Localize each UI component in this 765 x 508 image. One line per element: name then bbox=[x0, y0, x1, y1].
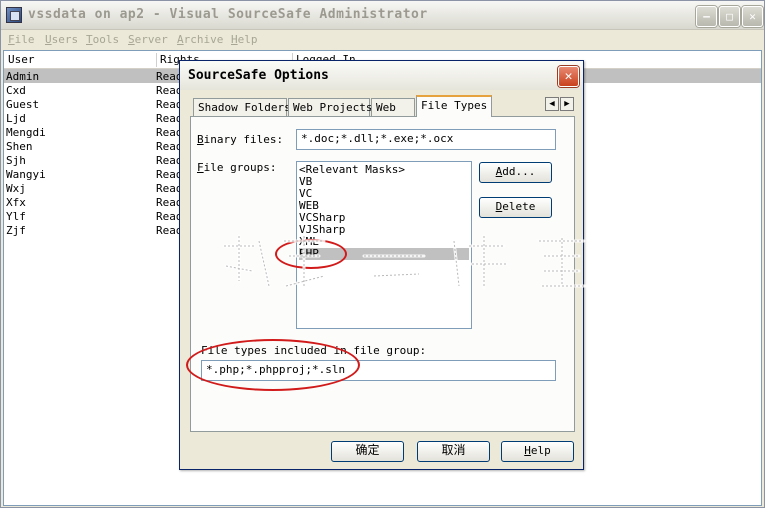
menu-file-rest: ile bbox=[14, 33, 35, 46]
binary-files-label: Binary files: bbox=[197, 133, 283, 146]
menu-server-rest: erver bbox=[134, 33, 168, 46]
dialog-close-button[interactable]: ✕ bbox=[558, 66, 579, 87]
tab-web[interactable]: Web bbox=[371, 98, 415, 116]
user-name: Mengdi bbox=[6, 126, 46, 139]
dialog-title: SourceSafe Options bbox=[188, 68, 329, 83]
help-button-key: H bbox=[524, 444, 531, 457]
sourcesafe-app-icon bbox=[6, 7, 22, 23]
menu-file-key: F bbox=[8, 33, 15, 46]
highlight-ellipse-php bbox=[275, 239, 347, 269]
delete-button[interactable]: Delete bbox=[479, 197, 552, 218]
user-name: Zjf bbox=[6, 224, 26, 237]
menu-bar: File Users Tools Server Archive Help bbox=[1, 31, 764, 49]
window-title: vssdata on ap2 - Visual SourceSafe Admin… bbox=[28, 7, 428, 22]
user-name: Admin bbox=[6, 70, 40, 83]
menu-help-rest: elp bbox=[237, 33, 258, 46]
add-button[interactable]: Add... bbox=[479, 162, 552, 183]
user-name: Xfx bbox=[6, 196, 26, 209]
user-name: Wangyi bbox=[6, 168, 46, 181]
list-item[interactable]: <Relevant Masks> bbox=[299, 164, 405, 176]
maximize-button[interactable]: □ bbox=[719, 6, 740, 27]
user-name: Ylf bbox=[6, 210, 26, 223]
user-name: Wxj bbox=[6, 182, 26, 195]
cancel-button[interactable]: 取消 bbox=[417, 441, 490, 462]
file-groups-label-rest: ile groups: bbox=[203, 161, 277, 174]
binary-files-label-rest: inary files: bbox=[203, 133, 284, 146]
add-button-rest: dd... bbox=[502, 165, 536, 178]
tab-scroll-right-button[interactable]: ▶ bbox=[560, 97, 574, 111]
menu-archive[interactable]: Archive bbox=[177, 33, 223, 46]
menu-server[interactable]: Server bbox=[128, 33, 168, 46]
user-name: Sjh bbox=[6, 154, 26, 167]
binary-files-input[interactable]: *.doc;*.dll;*.exe;*.ocx bbox=[296, 129, 556, 150]
ok-button[interactable]: 确定 bbox=[331, 441, 404, 462]
sourcesafe-options-dialog: SourceSafe Options ✕ Shadow Folders Web … bbox=[179, 60, 584, 470]
menu-users-rest: sers bbox=[51, 33, 79, 46]
user-name: Shen bbox=[6, 140, 33, 153]
tab-shadow-folders[interactable]: Shadow Folders bbox=[193, 98, 291, 116]
dialog-titlebar[interactable]: SourceSafe Options ✕ bbox=[180, 61, 583, 90]
help-button[interactable]: Help bbox=[501, 441, 574, 462]
menu-server-key: S bbox=[128, 33, 135, 46]
main-titlebar[interactable]: vssdata on ap2 - Visual SourceSafe Admin… bbox=[1, 1, 764, 30]
menu-tools-rest: ools bbox=[92, 33, 120, 46]
menu-archive-key: A bbox=[177, 33, 184, 46]
minimize-button[interactable]: – bbox=[696, 6, 717, 27]
column-header-user[interactable]: User bbox=[5, 53, 35, 67]
highlight-ellipse-file-types bbox=[186, 339, 360, 391]
menu-users-key: U bbox=[45, 33, 52, 46]
delete-button-rest: elete bbox=[502, 200, 536, 213]
tab-scroll-left-button[interactable]: ◀ bbox=[545, 97, 559, 111]
menu-help-key: H bbox=[231, 33, 238, 46]
menu-tools[interactable]: Tools bbox=[86, 33, 119, 46]
help-button-rest: elp bbox=[530, 444, 551, 457]
menu-users[interactable]: Users bbox=[45, 33, 78, 46]
tab-web-projects[interactable]: Web Projects bbox=[288, 98, 372, 116]
menu-file[interactable]: File bbox=[8, 33, 35, 46]
user-name: Ljd bbox=[6, 112, 26, 125]
tab-file-types[interactable]: File Types bbox=[416, 95, 492, 117]
user-name: Cxd bbox=[6, 84, 26, 97]
file-groups-label-key: F bbox=[197, 161, 204, 174]
menu-archive-rest: rchive bbox=[183, 33, 224, 46]
file-groups-label: File groups: bbox=[197, 161, 276, 174]
user-name: Guest bbox=[6, 98, 40, 111]
menu-help[interactable]: Help bbox=[231, 33, 258, 46]
binary-files-label-key: B bbox=[197, 133, 204, 146]
close-button[interactable]: ✕ bbox=[742, 6, 763, 27]
menu-tools-key: T bbox=[86, 33, 93, 46]
